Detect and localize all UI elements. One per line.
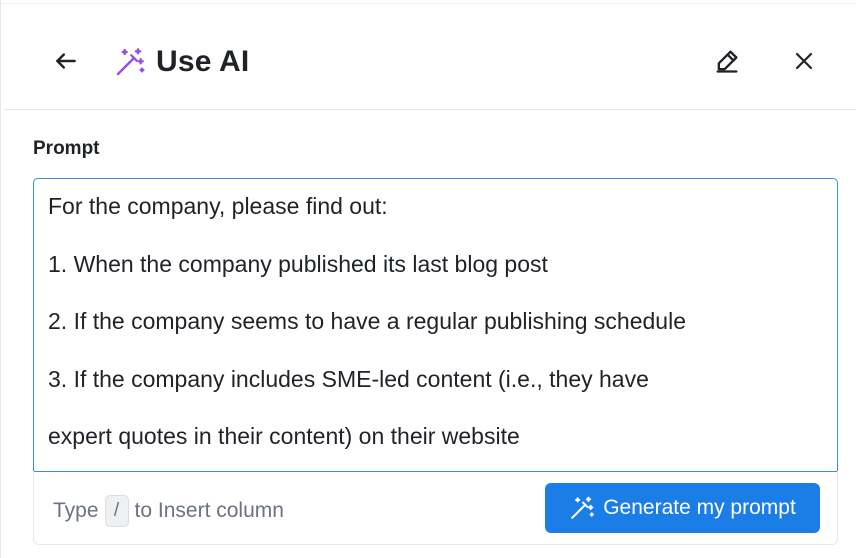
close-button[interactable] <box>784 41 824 81</box>
prompt-line: 2. If the company seems to have a regula… <box>48 308 686 334</box>
hint-suffix: to Insert column <box>134 499 284 522</box>
back-button[interactable] <box>46 41 86 81</box>
prompt-label: Prompt <box>33 138 100 159</box>
close-icon <box>795 52 813 70</box>
insert-column-hint: Type / to Insert column <box>53 495 284 527</box>
magic-wand-sparkles-icon <box>571 496 595 519</box>
magic-wand-sparkles-icon <box>116 48 145 76</box>
page-title: Use AI <box>156 45 250 78</box>
prompt-footer: Type / to Insert column Generate my prom… <box>33 471 838 545</box>
slash-key-badge: / <box>104 495 129 527</box>
ai-panel: Use AI Prompt For the company, please fi… <box>0 0 856 558</box>
prompt-textarea[interactable]: For the company, please find out: 1. Whe… <box>33 178 838 472</box>
prompt-line: expert quotes in their content) on their… <box>48 423 520 449</box>
clear-prompt-button[interactable] <box>707 41 747 81</box>
panel-title-group: Use AI <box>114 44 249 80</box>
panel-header: Use AI <box>4 4 856 110</box>
generate-button-label: Generate my prompt <box>603 496 796 519</box>
generate-prompt-button[interactable]: Generate my prompt <box>545 483 820 533</box>
arrow-left-icon <box>56 53 76 69</box>
eraser-pen-icon <box>716 50 738 73</box>
prompt-line: 1. When the company published its last b… <box>48 250 548 277</box>
prompt-line: For the company, please find out: <box>48 193 388 219</box>
prompt-line: 3. If the company includes SME-led conte… <box>48 365 649 392</box>
hint-prefix: Type <box>53 499 99 522</box>
